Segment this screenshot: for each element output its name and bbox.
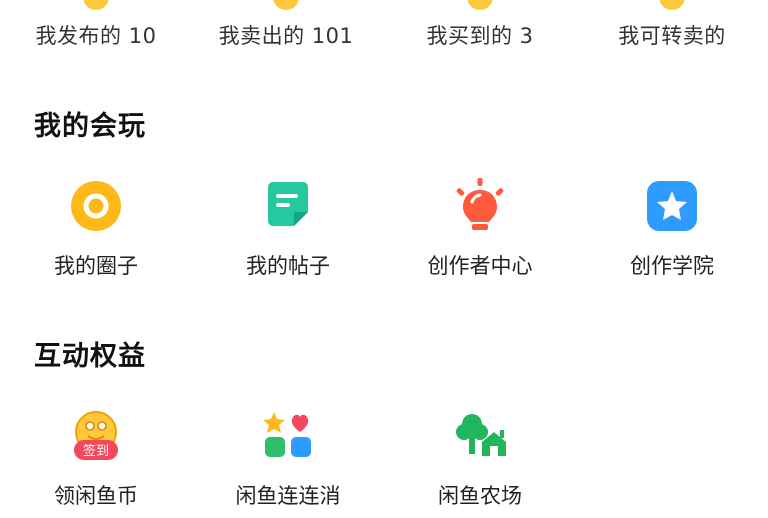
farm-icon [452, 408, 508, 464]
stat-bought[interactable]: 我买到的 3 [384, 0, 576, 60]
sign-in-badge: 签到 [83, 443, 109, 459]
stats-row: 我发布的 10 我卖出的 101 我买到的 3 我可转卖的 [0, 0, 768, 60]
stat-dot-icon [467, 0, 493, 10]
grid-item-claim-coins[interactable]: 签到 领闲鱼币 [0, 408, 192, 518]
grid-item-label: 我的帖子 [246, 254, 330, 278]
stat-sold[interactable]: 我卖出的 101 [190, 0, 382, 60]
grid-item-label: 闲鱼农场 [438, 484, 522, 508]
star-badge-icon [644, 178, 700, 234]
section-title-play: 我的会玩 [34, 111, 146, 142]
stat-published[interactable]: 我发布的 10 [0, 0, 192, 60]
grid-item-my-circles[interactable]: 我的圈子 [0, 178, 192, 288]
grid-item-label: 创作者中心 [427, 254, 533, 278]
stat-resellable[interactable]: 我可转卖的 [576, 0, 768, 60]
grid-item-my-posts[interactable]: 我的帖子 [192, 178, 384, 288]
stat-label: 我可转卖的 [618, 24, 726, 48]
grid-item-label: 我的圈子 [54, 254, 138, 278]
grid-item-match-game[interactable]: 闲鱼连连消 [192, 408, 384, 518]
grid-item-label: 闲鱼连连消 [235, 484, 341, 508]
circle-ring-icon [68, 178, 124, 234]
section-title-benefits: 互动权益 [34, 341, 146, 372]
grid-item-creator-center[interactable]: 创作者中心 [384, 178, 576, 288]
grid-item-label: 领闲鱼币 [54, 484, 138, 508]
post-icon [260, 178, 316, 234]
stat-label: 我买到的 3 [426, 24, 534, 48]
stat-dot-icon [273, 0, 299, 10]
sign-in-coin-icon: 签到 [68, 408, 124, 464]
stat-dot-icon [659, 0, 685, 10]
match-game-icon [260, 408, 316, 464]
stat-dot-icon [83, 0, 109, 10]
grid-item-farm[interactable]: 闲鱼农场 [384, 408, 576, 518]
grid-item-creator-academy[interactable]: 创作学院 [576, 178, 768, 288]
stat-label: 我卖出的 101 [218, 24, 354, 48]
lightbulb-icon [452, 178, 508, 234]
stat-label: 我发布的 10 [35, 24, 157, 48]
grid-item-label: 创作学院 [630, 254, 714, 278]
